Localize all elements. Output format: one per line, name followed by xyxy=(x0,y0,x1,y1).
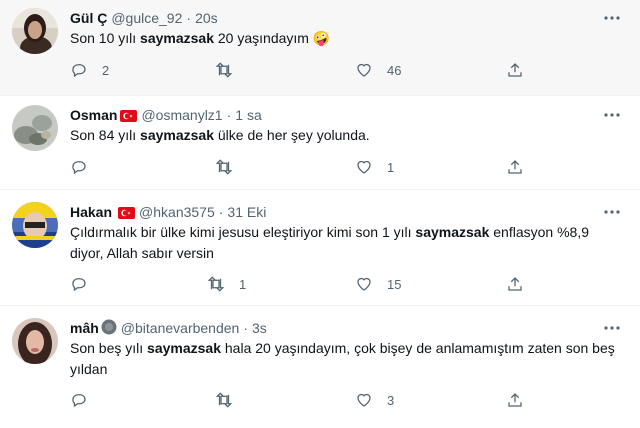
like-count: 1 xyxy=(387,159,395,175)
retweet-button[interactable] xyxy=(215,390,247,410)
highlighted-keyword: saymazsak xyxy=(140,127,214,143)
avatar[interactable] xyxy=(12,202,58,248)
like-count: 46 xyxy=(387,62,402,78)
username[interactable]: @gulce_92 xyxy=(111,10,182,26)
retweet-button[interactable] xyxy=(215,60,247,80)
tweet[interactable]: Gül Ç @gulce_92 · 20s Son 10 yılı saymaz… xyxy=(0,0,640,96)
tweet-header: mâh @bitanevarbenden · 3s xyxy=(70,318,267,338)
retweet-button[interactable]: 1 xyxy=(207,274,246,294)
separator: · xyxy=(186,10,192,26)
text-segment: Son beş yılı xyxy=(70,340,148,356)
reply-icon xyxy=(72,278,86,292)
like-button[interactable]: 46 xyxy=(355,60,401,80)
highlighted-keyword: saymazsak xyxy=(140,30,214,46)
more-icon[interactable] xyxy=(602,318,622,338)
reply-icon xyxy=(72,394,86,408)
share-button[interactable] xyxy=(506,390,524,410)
text-segment: Son 84 yılı xyxy=(70,127,141,143)
tweet[interactable]: Osman @osmanylz1 · 1 sa Son 84 yılı saym… xyxy=(0,96,640,190)
separator: · xyxy=(218,204,224,220)
timestamp[interactable]: 3s xyxy=(252,320,267,336)
like-button[interactable]: 1 xyxy=(355,157,394,177)
tweet-actions: 1 15 xyxy=(70,274,570,294)
turkey-flag-icon xyxy=(120,109,138,122)
avatar[interactable] xyxy=(12,105,58,151)
share-icon xyxy=(508,63,522,77)
reply-button[interactable] xyxy=(70,157,102,177)
like-icon xyxy=(357,277,371,291)
username[interactable]: @bitanevarbenden xyxy=(121,320,240,336)
like-button[interactable]: 3 xyxy=(355,390,394,410)
text-segment: Son 10 yılı xyxy=(70,30,141,46)
display-name[interactable]: Osman xyxy=(70,107,117,123)
retweet-icon xyxy=(215,392,233,408)
username[interactable]: @osmanylz1 xyxy=(141,107,222,123)
retweet-icon xyxy=(215,159,233,175)
zany-face-emoji: 🤪 xyxy=(312,30,331,46)
retweet-button[interactable] xyxy=(215,157,247,177)
share-button[interactable] xyxy=(506,274,524,294)
tweet-actions: 2 46 xyxy=(70,60,570,80)
timestamp[interactable]: 31 Eki xyxy=(227,204,266,220)
avatar[interactable] xyxy=(12,8,58,54)
text-segment: 20 yaşındayım xyxy=(214,30,313,46)
tweet-actions: 1 xyxy=(70,157,570,177)
reply-button[interactable] xyxy=(70,274,102,294)
reply-count: 2 xyxy=(102,62,110,78)
like-icon xyxy=(357,393,371,407)
more-icon[interactable] xyxy=(602,105,622,125)
reply-icon xyxy=(72,161,86,175)
share-button[interactable] xyxy=(506,60,524,80)
tweet-feed: Gül Ç @gulce_92 · 20s Son 10 yılı saymaz… xyxy=(0,0,640,428)
tweet-header: Hakan @hkan3575 · 31 Eki xyxy=(70,202,266,222)
separator: · xyxy=(243,320,248,336)
highlighted-keyword: saymazsak xyxy=(147,340,221,356)
tweet-header: Osman @osmanylz1 · 1 sa xyxy=(70,105,262,125)
share-button[interactable] xyxy=(506,157,524,177)
retweet-count: 1 xyxy=(239,276,247,292)
like-button[interactable]: 15 xyxy=(355,274,401,294)
retweet-icon xyxy=(207,276,225,292)
display-name[interactable]: mâh xyxy=(70,320,99,336)
more-icon[interactable] xyxy=(602,8,622,28)
tweet[interactable]: Hakan @hkan3575 · 31 Eki Çıldırmalık bir… xyxy=(0,190,640,306)
like-icon xyxy=(357,160,371,174)
tweet[interactable]: mâh @bitanevarbenden · 3s Son beş yılı s… xyxy=(0,306,640,428)
like-count: 3 xyxy=(387,392,395,408)
more-icon[interactable] xyxy=(602,202,622,222)
text-segment: ülke de her şey yolunda. xyxy=(214,127,370,143)
highlighted-keyword: saymazsak xyxy=(415,224,490,240)
turkey-flag-icon xyxy=(118,206,136,219)
timestamp[interactable]: 1 sa xyxy=(235,107,261,123)
reply-icon xyxy=(72,64,86,78)
retweet-icon xyxy=(215,62,233,78)
display-name[interactable]: Gül Ç xyxy=(70,10,107,26)
separator: · xyxy=(226,107,232,123)
like-icon xyxy=(357,63,371,77)
like-count: 15 xyxy=(387,276,402,292)
reply-button[interactable] xyxy=(70,390,102,410)
share-icon xyxy=(508,277,522,291)
display-name[interactable]: Hakan xyxy=(70,204,112,220)
tweet-text: Son 84 yılı saymazsak ülke de her şey yo… xyxy=(70,125,625,146)
tweet-text: Son 10 yılı saymazsak 20 yaşındayım 🤪 xyxy=(70,28,625,49)
circle-badge-icon xyxy=(101,319,117,338)
timestamp[interactable]: 20s xyxy=(195,10,218,26)
share-icon xyxy=(508,393,522,407)
text-segment: Çıldırmalık bir ülke kimi jesusu eleştir… xyxy=(70,224,416,240)
tweet-header: Gül Ç @gulce_92 · 20s xyxy=(70,8,218,28)
share-icon xyxy=(508,160,522,174)
tweet-text: Çıldırmalık bir ülke kimi jesusu eleştir… xyxy=(70,222,625,264)
tweet-text: Son beş yılı saymazsak hala 20 yaşındayı… xyxy=(70,338,625,380)
username[interactable]: @hkan3575 xyxy=(139,204,215,220)
tweet-actions: 3 xyxy=(70,390,570,410)
avatar[interactable] xyxy=(12,318,58,364)
reply-button[interactable]: 2 xyxy=(70,60,109,80)
